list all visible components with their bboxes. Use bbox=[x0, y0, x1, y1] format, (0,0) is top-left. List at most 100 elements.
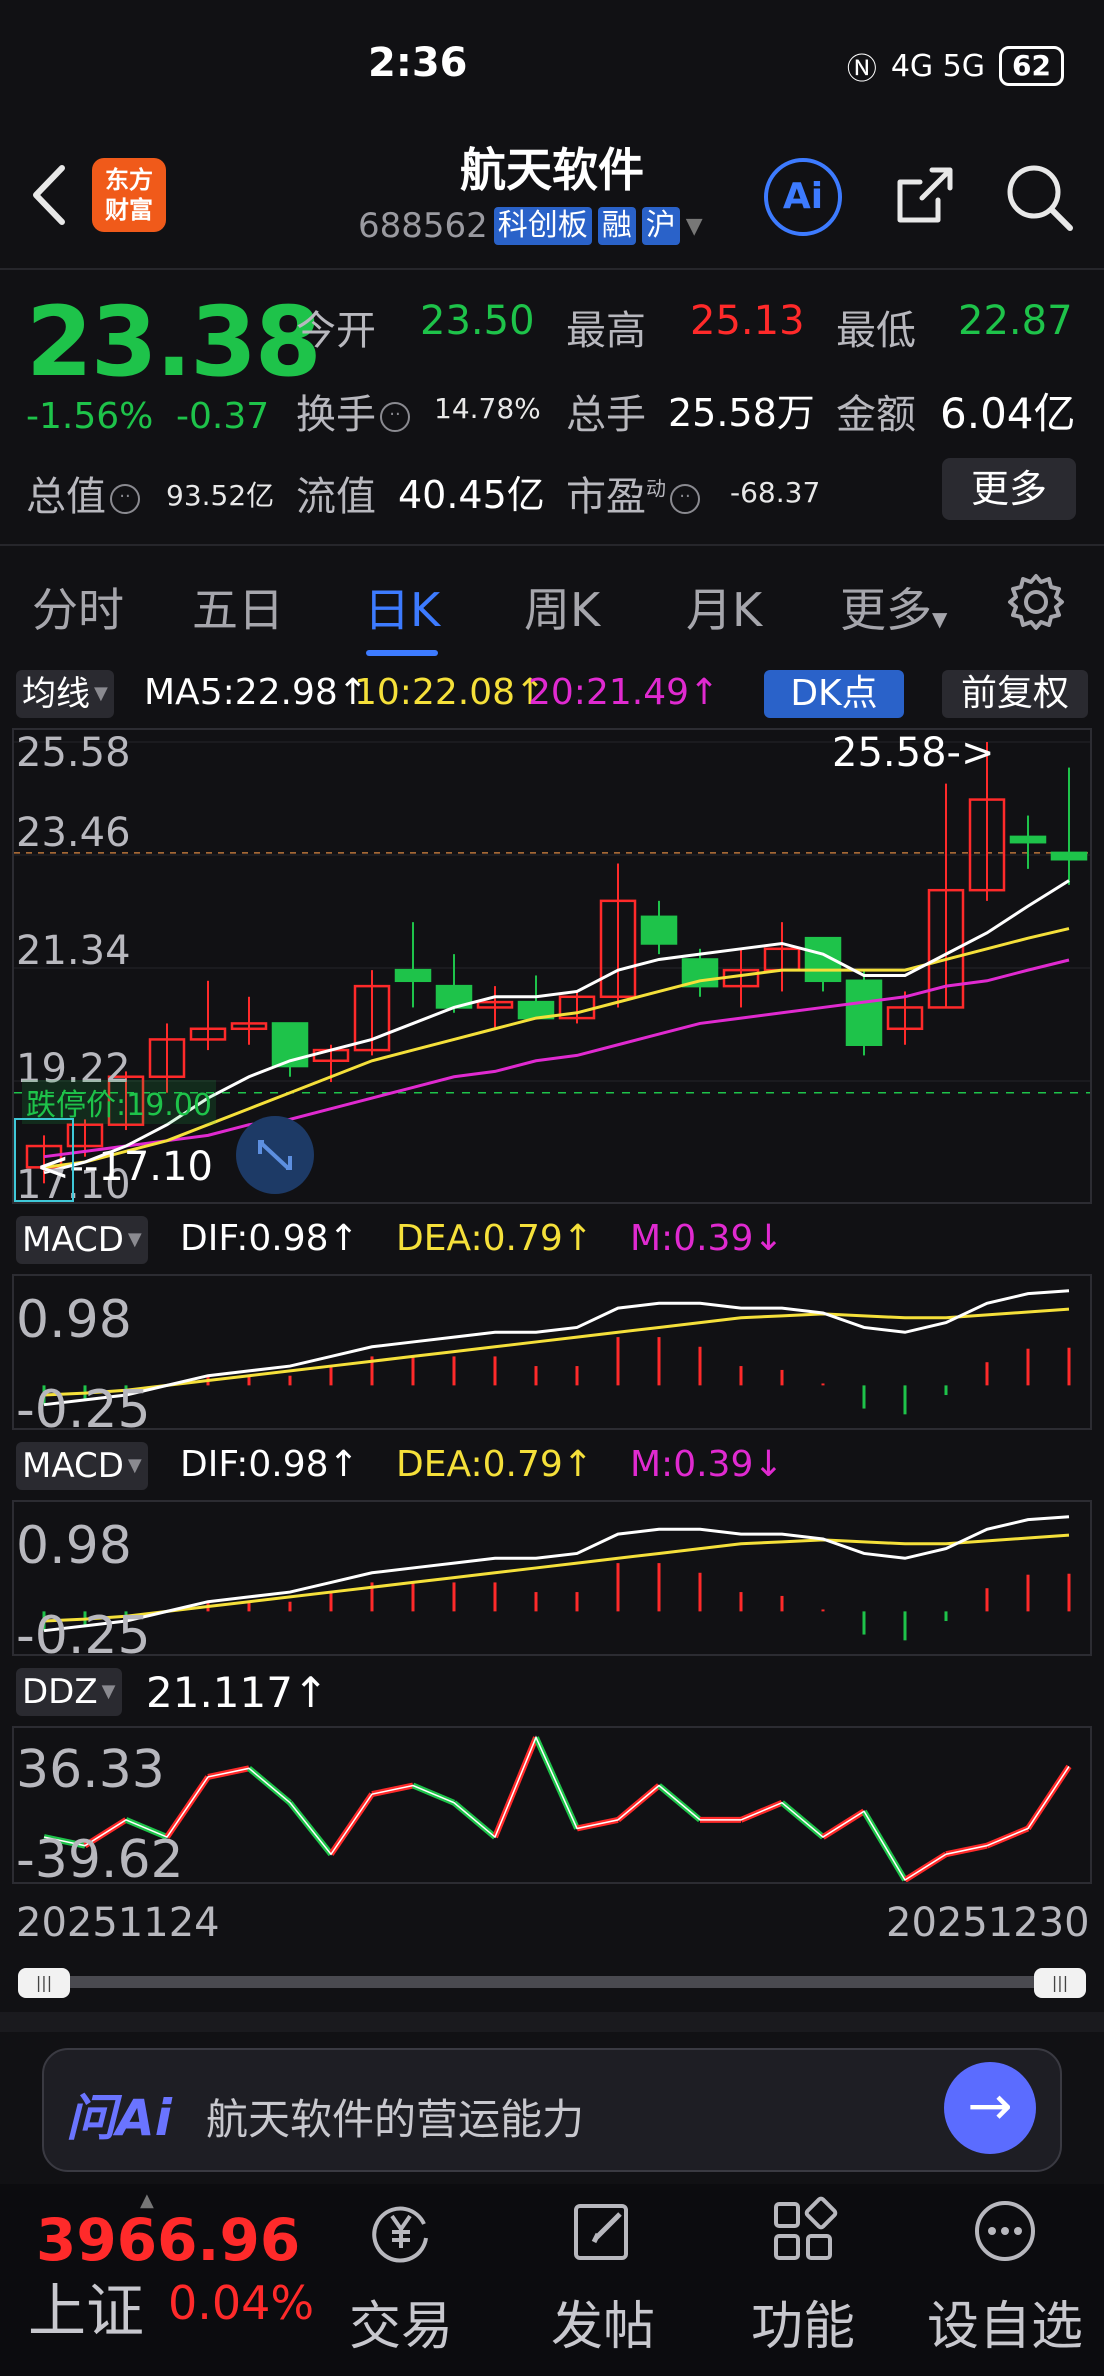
signal-icon: 4G 5G bbox=[890, 48, 986, 84]
low-value: 22.87 bbox=[958, 298, 1073, 344]
active-tab-indicator bbox=[366, 650, 438, 656]
ddz-y-bottom: -39.62 bbox=[16, 1830, 184, 1890]
ddz-y-top: 36.33 bbox=[16, 1740, 165, 1800]
ddz-selector[interactable]: DDZ ▼ bbox=[16, 1668, 122, 1716]
tab-monthly-k[interactable]: 月K bbox=[686, 574, 762, 640]
nav-trade[interactable]: 交易 bbox=[326, 2196, 476, 2359]
tag-margin: 融 bbox=[597, 207, 636, 245]
amount-label: 金额 bbox=[836, 392, 916, 438]
ddz-line bbox=[43, 1735, 1070, 1882]
caret-down-icon: ▼ bbox=[932, 607, 948, 631]
macd-m: M:0.39↓ bbox=[630, 1218, 784, 1259]
share-icon bbox=[897, 167, 953, 223]
tab-daily-k[interactable]: 日K bbox=[364, 574, 440, 640]
mcap-value: 93.52亿 bbox=[166, 479, 275, 512]
ma20-value: 20:21.49↑ bbox=[528, 672, 720, 713]
kline-chart[interactable] bbox=[12, 728, 1092, 1204]
pct-change: -1.56% bbox=[26, 396, 154, 437]
macd-chart[interactable] bbox=[12, 1274, 1092, 1430]
ai-send-button[interactable]: → bbox=[944, 2062, 1036, 2154]
arrow-right-icon: → bbox=[967, 2074, 1013, 2137]
gear-icon bbox=[1008, 574, 1064, 630]
nfc-icon: Ⓝ bbox=[846, 52, 877, 87]
float-value: 40.45亿 bbox=[398, 473, 545, 517]
macd-dif: DIF:0.98↑ bbox=[180, 1218, 359, 1259]
index-pct[interactable]: 0.04% bbox=[168, 2276, 314, 2330]
left-drag-handle[interactable] bbox=[14, 1118, 74, 1202]
end-date: 20251230 bbox=[886, 1900, 1090, 1946]
candle-body bbox=[845, 979, 883, 1047]
ma10-line bbox=[43, 927, 1070, 1169]
y-axis-label: 23.46 bbox=[16, 810, 131, 856]
current-price: 23.38 bbox=[26, 286, 322, 398]
mcap-label[interactable]: 总值 ·· bbox=[26, 464, 144, 522]
macd-y-bottom: -0.25 bbox=[16, 1380, 151, 1440]
float-label: 流值 bbox=[296, 474, 376, 520]
dif-line bbox=[43, 1289, 1070, 1407]
tab-five-day[interactable]: 五日 bbox=[192, 574, 284, 640]
nav-watchlist[interactable]: 设自选 bbox=[920, 2196, 1090, 2359]
volume-value: 25.58万 bbox=[668, 391, 815, 435]
header-divider bbox=[0, 268, 1104, 270]
low-label: 最低 bbox=[836, 308, 916, 354]
caret-down-icon: ▼ bbox=[101, 1681, 116, 1702]
yen-cycle-icon bbox=[372, 2206, 428, 2263]
nav-functions[interactable]: 功能 bbox=[728, 2196, 878, 2359]
tag-board: 科创板 bbox=[493, 207, 592, 245]
quote-divider bbox=[0, 544, 1104, 546]
ai-ask-logo: 问Ai bbox=[66, 2089, 172, 2147]
grid-icon bbox=[774, 2196, 838, 2260]
range-handle-left[interactable]: ||| bbox=[18, 1968, 70, 1998]
macd-dif: DIF:0.98↑ bbox=[180, 1444, 359, 1485]
more-quote-button[interactable]: 更多 bbox=[942, 458, 1076, 520]
expand-chart-button[interactable] bbox=[236, 1116, 314, 1194]
macd-selector[interactable]: MACD ▼ bbox=[16, 1442, 148, 1490]
macd-selector[interactable]: MACD ▼ bbox=[16, 1216, 148, 1264]
tag-exchange: 沪 bbox=[641, 207, 680, 245]
high-value: 25.13 bbox=[690, 298, 805, 344]
candle-body bbox=[640, 915, 678, 945]
macd-y-top: 0.98 bbox=[16, 1516, 132, 1576]
macd-dea: DEA:0.79↑ bbox=[396, 1444, 593, 1485]
macd-y-top: 0.98 bbox=[16, 1290, 132, 1350]
candle-body bbox=[1050, 851, 1088, 861]
nav-post[interactable]: 发帖 bbox=[528, 2196, 678, 2359]
settings-button[interactable] bbox=[1004, 570, 1068, 638]
macd-dea: DEA:0.79↑ bbox=[396, 1218, 593, 1259]
high-label: 最高 bbox=[566, 308, 646, 354]
ai-assistant-button[interactable]: Ai bbox=[764, 158, 842, 236]
dea-line bbox=[43, 1307, 1070, 1397]
stock-code-row[interactable]: 688562 科创板 融 沪 ▼ bbox=[358, 206, 703, 246]
search-icon bbox=[1007, 165, 1073, 231]
share-button[interactable] bbox=[888, 160, 960, 232]
y-axis-label: 21.34 bbox=[16, 928, 131, 974]
ma10-value: 10:22.08↑ bbox=[354, 672, 546, 713]
range-handle-right[interactable]: ||| bbox=[1034, 1968, 1086, 1998]
index-name[interactable]: 上证 bbox=[28, 2264, 144, 2348]
dif-line bbox=[43, 1515, 1070, 1633]
adjust-button[interactable]: 前复权 bbox=[942, 670, 1088, 718]
candle-body bbox=[394, 968, 432, 983]
range-scrollbar[interactable] bbox=[20, 1976, 1084, 1988]
pe-label[interactable]: 市盈动 ·· bbox=[566, 464, 704, 522]
eye-icon: ·· bbox=[670, 484, 700, 514]
macd-chart[interactable] bbox=[12, 1500, 1092, 1656]
chevron-down-icon: ▼ bbox=[685, 213, 703, 239]
tab-intraday[interactable]: 分时 bbox=[32, 574, 124, 640]
dk-point-button[interactable]: DK点 bbox=[764, 670, 904, 718]
max-price-marker: 25.58-> bbox=[832, 730, 995, 776]
search-button[interactable] bbox=[1000, 158, 1076, 234]
section-gap bbox=[0, 2012, 1104, 2032]
ma5-value: MA5:22.98↑ bbox=[144, 672, 368, 713]
tab-more[interactable]: 更多▼ bbox=[840, 574, 947, 640]
status-time: 2:36 bbox=[368, 40, 468, 86]
volume-label: 总手 bbox=[566, 392, 646, 438]
turnover-label[interactable]: 换手 ·· bbox=[296, 382, 414, 440]
stock-code: 688562 bbox=[358, 206, 488, 246]
status-icons: Ⓝ 4G 5G 62 bbox=[847, 44, 1064, 88]
ma-selector[interactable]: 均线 ▼ bbox=[16, 670, 114, 718]
tab-weekly-k[interactable]: 周K bbox=[524, 574, 600, 640]
more-circle-icon bbox=[975, 2201, 1035, 2261]
ai-prompt-text[interactable]: 航天软件的营运能力 bbox=[206, 2086, 584, 2147]
turnover-value: 14.78% bbox=[434, 392, 541, 425]
